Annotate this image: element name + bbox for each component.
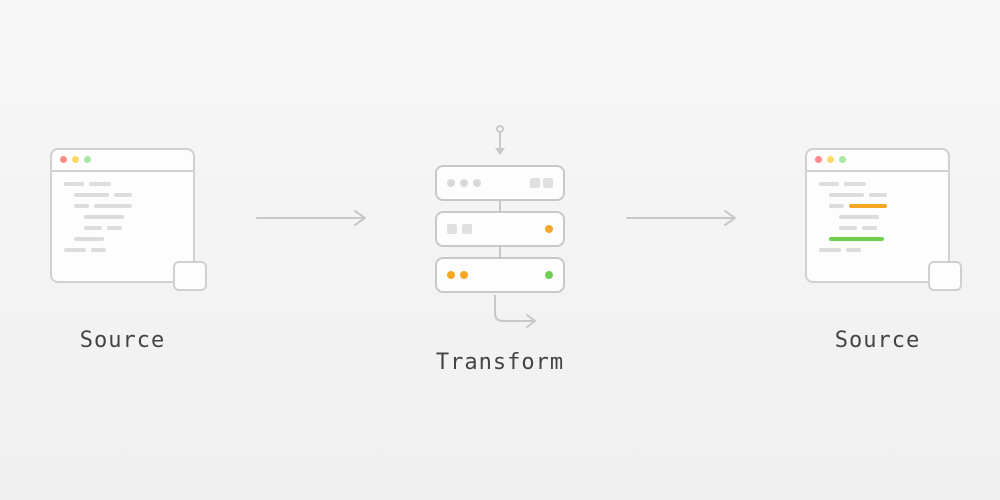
- source-right-label: Source: [835, 328, 920, 353]
- close-dot-icon: [815, 156, 822, 163]
- maximize-dot-icon: [839, 156, 846, 163]
- server-unit-3: [435, 257, 565, 293]
- connector-top: [495, 125, 505, 155]
- source-left-label: Source: [80, 328, 165, 353]
- diagram-container: Source: [40, 125, 960, 375]
- code-badge-icon: [173, 261, 207, 291]
- code-window-output-icon: [805, 148, 950, 283]
- stage-source-left: Source: [50, 148, 195, 353]
- server-stack-icon: [435, 125, 565, 335]
- code-window-icon: [50, 148, 195, 283]
- maximize-dot-icon: [84, 156, 91, 163]
- transform-label: Transform: [436, 350, 564, 375]
- window-titlebar: [807, 150, 948, 172]
- connector-bottom: [485, 295, 545, 335]
- minimize-dot-icon: [827, 156, 834, 163]
- connector-mid-1: [499, 201, 501, 211]
- stage-transform: Transform: [435, 125, 565, 375]
- close-dot-icon: [60, 156, 67, 163]
- arrow-right-icon: [625, 208, 745, 233]
- code-body: [807, 172, 948, 262]
- code-body: [52, 172, 193, 262]
- server-unit-2: [435, 211, 565, 247]
- minimize-dot-icon: [72, 156, 79, 163]
- connector-mid-2: [499, 247, 501, 257]
- code-badge-icon: [928, 261, 962, 291]
- arrow-right-icon: [255, 208, 375, 233]
- server-unit-1: [435, 165, 565, 201]
- stage-source-right: Source: [805, 148, 950, 353]
- window-titlebar: [52, 150, 193, 172]
